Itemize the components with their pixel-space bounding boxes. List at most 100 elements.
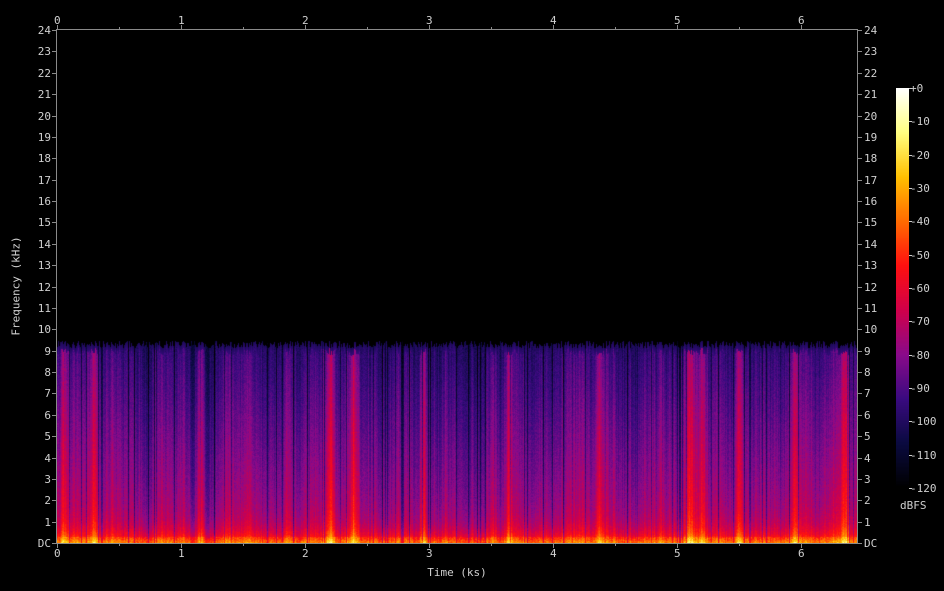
y-tick-label: 24 (37, 24, 51, 37)
colorbar-tick-label: -80 (910, 348, 930, 362)
y-tick-label-right: 7 (864, 387, 871, 401)
y-tick-mark (52, 329, 57, 331)
colorbar-tick-label: -30 (910, 182, 930, 195)
x-tick-label: 5 (674, 547, 681, 560)
y-tick-label-right: 20 (864, 109, 878, 123)
colorbar-tick-label: -60 (910, 282, 930, 295)
colorbar-tick-label: -50 (910, 248, 930, 262)
x-tick-label-top: 5 (674, 14, 681, 27)
x-minor-tick (119, 543, 120, 546)
colorbar-label: dBFS (900, 499, 927, 512)
x-tick-label: 0 (54, 547, 61, 560)
y-tick-label-right: 2 (864, 494, 871, 508)
x-tick-label-top: 6 (798, 14, 805, 27)
x-minor-tick (615, 27, 616, 30)
y-tick-label: 9 (44, 344, 51, 358)
y-tick-label-right: 9 (864, 344, 871, 358)
y-tick-label: 23 (37, 45, 51, 59)
y-tick-mark (52, 222, 57, 224)
y-tick-label: 5 (44, 430, 51, 444)
y-tick-label: 11 (37, 301, 51, 315)
spectrogram-heatmap (57, 30, 857, 543)
x-minor-tick (367, 27, 368, 30)
y-tick-mark (857, 521, 862, 523)
y-tick-label: 2 (44, 494, 51, 508)
y-tick-label: 21 (37, 88, 51, 102)
y-tick-label-right: 14 (864, 237, 878, 251)
y-tick-mark (857, 307, 862, 309)
y-tick-mark (52, 30, 57, 31)
y-tick-mark (857, 265, 862, 267)
y-tick-mark (52, 500, 57, 502)
colorbar-tick-label: -40 (910, 215, 930, 229)
x-minor-tick (243, 543, 244, 546)
y-tick-mark (857, 543, 862, 544)
y-tick-label-right: 8 (864, 366, 871, 379)
y-tick-label-right: 5 (864, 430, 871, 444)
y-tick-mark (857, 414, 862, 416)
y-tick-label-right: 1 (864, 515, 871, 529)
y-tick-label-right: 11 (864, 301, 878, 315)
y-tick-label: 20 (37, 109, 51, 123)
y-tick-label: 13 (37, 259, 51, 273)
y-tick-mark (857, 478, 862, 480)
y-tick-label-right: 10 (864, 323, 878, 337)
y-tick-label-right: 17 (864, 173, 878, 187)
y-tick-mark (52, 457, 57, 459)
y-tick-label-right: 23 (864, 45, 878, 59)
colorbar-tick-label: -110 (910, 448, 937, 462)
y-tick-mark (52, 72, 57, 74)
x-tick-label-top: 4 (550, 14, 557, 27)
y-tick-mark (52, 265, 57, 267)
y-tick-mark (52, 179, 57, 181)
y-tick-mark (52, 94, 57, 96)
x-minor-tick (615, 543, 616, 546)
y-tick-mark (52, 115, 57, 117)
y-tick-mark (857, 436, 862, 438)
x-tick-label: 2 (302, 547, 309, 560)
y-tick-label: 15 (37, 216, 51, 230)
y-tick-mark (52, 350, 57, 352)
y-tick-mark (857, 243, 862, 245)
y-tick-label: DC (37, 537, 51, 550)
y-tick-label-right: 18 (864, 152, 878, 166)
y-tick-mark (857, 158, 862, 160)
x-tick-label-top: 0 (54, 14, 61, 27)
colorbar-tick-label: -100 (910, 415, 937, 429)
y-tick-label-right: 21 (864, 88, 878, 102)
y-tick-mark (52, 201, 57, 202)
y-tick-label-right: 13 (864, 259, 878, 273)
x-minor-tick (739, 27, 740, 30)
y-tick-label: 17 (37, 173, 51, 187)
y-tick-label: 16 (37, 195, 51, 208)
colorbar-tick-label: +0 (910, 82, 924, 95)
colorbar-tick-label: -90 (910, 382, 930, 395)
y-tick-mark (857, 51, 862, 53)
y-tick-mark (52, 51, 57, 53)
y-tick-mark (857, 393, 862, 395)
y-tick-label: 18 (37, 152, 51, 166)
y-tick-label: 1 (44, 515, 51, 529)
y-tick-label-right: 19 (864, 130, 878, 144)
x-tick-label-top: 3 (426, 14, 433, 27)
y-tick-mark (52, 243, 57, 245)
y-tick-mark (52, 414, 57, 416)
x-tick-label: 1 (178, 547, 185, 560)
y-tick-label-right: DC (864, 537, 878, 550)
y-tick-mark (52, 543, 57, 544)
y-tick-label: 7 (44, 387, 51, 401)
y-tick-mark (857, 94, 862, 96)
y-tick-mark (857, 72, 862, 74)
y-tick-label-right: 24 (864, 24, 878, 37)
y-tick-mark (52, 372, 57, 373)
x-tick-label-top: 2 (302, 14, 309, 27)
y-tick-mark (857, 115, 862, 117)
x-tick-label: 4 (550, 547, 557, 560)
colorbar-tick-label: -120 (910, 482, 937, 495)
y-tick-mark (857, 222, 862, 224)
y-tick-mark (857, 457, 862, 459)
y-tick-mark (857, 329, 862, 331)
y-tick-mark (52, 436, 57, 438)
y-tick-label-right: 4 (864, 451, 871, 465)
y-tick-label: 4 (44, 451, 51, 465)
